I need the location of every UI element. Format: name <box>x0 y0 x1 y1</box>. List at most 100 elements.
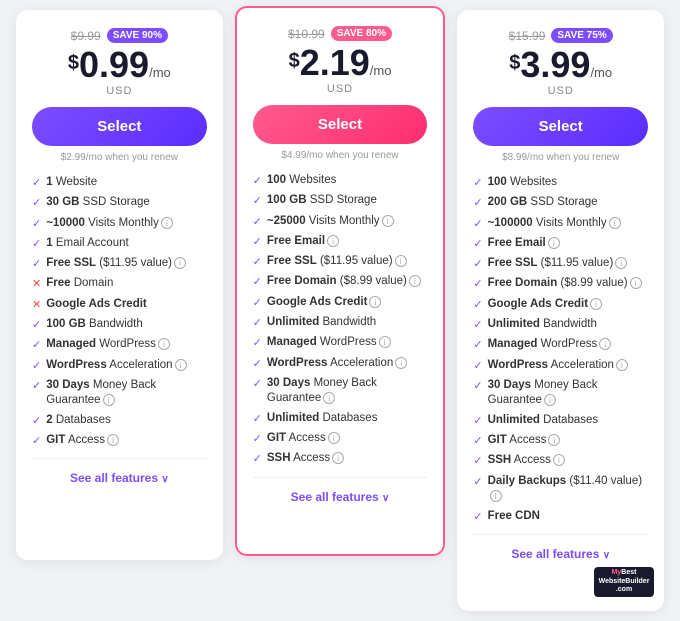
feature-text: Google Ads Crediti <box>267 295 382 310</box>
info-icon[interactable]: i <box>107 434 119 446</box>
see-all-features[interactable]: See all features ∨ <box>32 471 207 485</box>
check-icon: ✓ <box>473 434 482 448</box>
feature-text: Free CDN <box>488 509 540 524</box>
plan-card-premium: $10.99SAVE 80%$2.19/moUSDSelect$4.99/mo … <box>235 6 446 556</box>
info-icon[interactable]: i <box>158 338 170 350</box>
info-icon[interactable]: i <box>395 357 407 369</box>
feature-text: ~10000 Visits Monthlyi <box>46 216 173 231</box>
feature-text: Managed WordPressi <box>488 337 612 352</box>
chevron-down-icon: ∨ <box>161 474 168 485</box>
info-icon[interactable]: i <box>609 217 621 229</box>
list-item: ✓Managed WordPressi <box>32 337 207 352</box>
info-icon[interactable]: i <box>490 490 502 502</box>
check-icon: ✓ <box>32 414 41 428</box>
feature-text: GIT Accessi <box>267 431 340 446</box>
select-button-premium[interactable]: Select <box>253 105 428 144</box>
check-icon: ✓ <box>473 277 482 291</box>
list-item: ✓Managed WordPressi <box>473 337 648 352</box>
list-item: ✓WordPress Accelerationi <box>253 356 428 371</box>
check-icon: ✓ <box>32 217 41 231</box>
info-icon[interactable]: i <box>332 452 344 464</box>
info-icon[interactable]: i <box>323 392 335 404</box>
feature-text: SSH Accessi <box>267 451 344 466</box>
check-icon: ✓ <box>253 357 262 371</box>
check-icon: ✓ <box>253 235 262 249</box>
info-icon[interactable]: i <box>548 434 560 446</box>
check-icon: ✓ <box>473 257 482 271</box>
select-button-business[interactable]: Select <box>473 107 648 146</box>
list-item: ✓Google Ads Crediti <box>253 295 428 310</box>
feature-text: Managed WordPressi <box>267 335 391 350</box>
feature-text: 1 Email Account <box>46 236 128 251</box>
currency-label: USD <box>32 85 207 97</box>
check-icon: ✓ <box>253 275 262 289</box>
info-icon[interactable]: i <box>175 359 187 371</box>
list-item: ✓WordPress Accelerationi <box>32 358 207 373</box>
feature-text: 100 Websites <box>488 175 557 190</box>
cross-icon: ✕ <box>32 277 41 291</box>
list-item: ✓Unlimited Bandwidth <box>473 317 648 332</box>
info-icon[interactable]: i <box>379 336 391 348</box>
info-icon[interactable]: i <box>548 237 560 249</box>
info-icon[interactable]: i <box>174 257 186 269</box>
chevron-down-icon: ∨ <box>603 550 610 561</box>
info-icon[interactable]: i <box>553 454 565 466</box>
check-icon: ✓ <box>473 217 482 231</box>
check-icon: ✓ <box>473 454 482 468</box>
check-icon: ✓ <box>473 196 482 210</box>
list-item: ✓30 Days Money Back Guaranteei <box>473 378 648 408</box>
cross-icon: ✕ <box>32 298 41 312</box>
see-all-features[interactable]: See all features ∨ <box>473 547 648 561</box>
list-item: ✓Unlimited Bandwidth <box>253 315 428 330</box>
currency-label: USD <box>473 85 648 97</box>
info-icon[interactable]: i <box>616 359 628 371</box>
feature-text: ~100000 Visits Monthlyi <box>488 216 621 231</box>
info-icon[interactable]: i <box>395 255 407 267</box>
list-item: ✓30 GB SSD Storage <box>32 195 207 210</box>
list-item: ✕Google Ads Credit <box>32 297 207 312</box>
list-item: ✕Free Domain <box>32 276 207 291</box>
check-icon: ✓ <box>32 196 41 210</box>
feature-text: Free Emaili <box>267 234 339 249</box>
info-icon[interactable]: i <box>161 217 173 229</box>
info-icon[interactable]: i <box>615 257 627 269</box>
plan-card-basic: $9.99SAVE 90%$0.99/moUSDSelect$2.99/mo w… <box>16 10 223 560</box>
feature-text: 100 GB Bandwidth <box>46 317 143 332</box>
select-button-basic[interactable]: Select <box>32 107 207 146</box>
check-icon: ✓ <box>473 359 482 373</box>
list-item: ✓SSH Accessi <box>473 453 648 468</box>
info-icon[interactable]: i <box>599 338 611 350</box>
feature-text: 100 GB SSD Storage <box>267 193 377 208</box>
list-item: ✓200 GB SSD Storage <box>473 195 648 210</box>
original-price: $15.99 <box>509 29 546 43</box>
check-icon: ✓ <box>32 434 41 448</box>
info-icon[interactable]: i <box>544 394 556 406</box>
list-item: ✓Unlimited Databases <box>473 413 648 428</box>
price-row: $3.99/mo <box>473 47 648 83</box>
list-item: ✓Google Ads Crediti <box>473 297 648 312</box>
check-icon: ✓ <box>32 257 41 271</box>
check-icon: ✓ <box>253 336 262 350</box>
info-icon[interactable]: i <box>630 277 642 289</box>
check-icon: ✓ <box>473 237 482 251</box>
original-price: $9.99 <box>71 29 101 43</box>
info-icon[interactable]: i <box>590 298 602 310</box>
list-item: ✓ 1 Email Account <box>32 236 207 251</box>
badges-row: $15.99SAVE 75% <box>473 28 648 43</box>
info-icon[interactable]: i <box>409 275 421 287</box>
per-month: /mo <box>370 63 392 78</box>
feature-text: WordPress Accelerationi <box>488 358 628 373</box>
list-item: ✓Free Emaili <box>473 236 648 251</box>
check-icon: ✓ <box>253 255 262 269</box>
see-all-features[interactable]: See all features ∨ <box>253 490 428 504</box>
check-icon: ✓ <box>32 237 41 251</box>
info-icon[interactable]: i <box>369 296 381 308</box>
info-icon[interactable]: i <box>327 235 339 247</box>
info-icon[interactable]: i <box>382 215 394 227</box>
info-icon[interactable]: i <box>328 432 340 444</box>
info-icon[interactable]: i <box>103 394 115 406</box>
save-badge: SAVE 90% <box>107 28 168 43</box>
check-icon: ✓ <box>253 452 262 466</box>
list-item: ✓Free CDN <box>473 509 648 524</box>
per-month: /mo <box>149 65 171 80</box>
